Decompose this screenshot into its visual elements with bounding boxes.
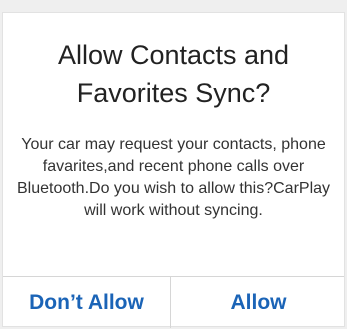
dialog-message: Your car may request your contacts, phon… <box>16 136 331 219</box>
dont-allow-button[interactable]: Don’t Allow <box>3 277 170 328</box>
dialog-title: Allow Contacts and Favorites Sync? <box>57 40 290 108</box>
allow-button[interactable]: Allow <box>171 277 346 328</box>
sync-permission-dialog: Allow Contacts and Favorites Sync? Your … <box>2 12 346 328</box>
